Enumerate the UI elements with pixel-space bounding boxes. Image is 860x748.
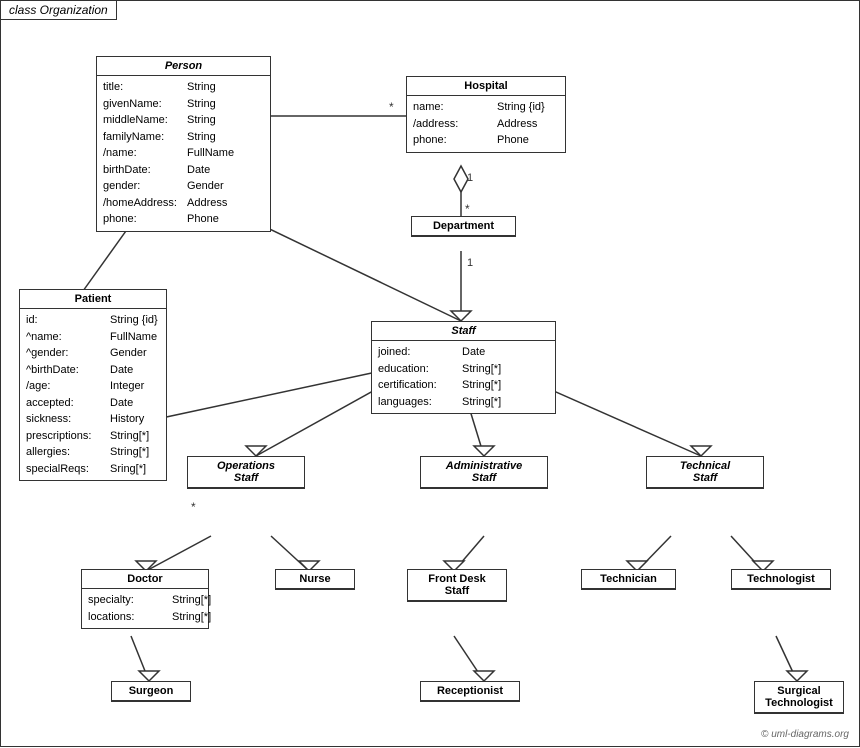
patient-box: Patient id:String {id} ^name:FullName ^g… [19,289,167,481]
svg-text:*: * [191,500,196,514]
copyright-text: © uml-diagrams.org [761,729,849,740]
receptionist-box: Receptionist [420,681,520,702]
svg-text:*: * [465,308,470,322]
person-attrs: title:String givenName:String middleName… [97,76,270,231]
surgical-technologist-box: SurgicalTechnologist [754,681,844,714]
svg-text:*: * [389,100,394,114]
hospital-attrs: name:String {id} /address:Address phone:… [407,96,565,152]
department-title: Department [412,217,515,236]
doctor-attrs: specialty:String[*] locations:String[*] [82,589,208,628]
person-box: Person title:String givenName:String mid… [96,56,271,232]
diagram-container: class Organization * * 1 * 1 * [0,0,860,747]
technologist-box: Technologist [731,569,831,590]
hospital-box: Hospital name:String {id} /address:Addre… [406,76,566,153]
technician-title: Technician [582,570,675,589]
administrative-staff-box: AdministrativeStaff [420,456,548,489]
doctor-title: Doctor [82,570,208,589]
person-title: Person [97,57,270,76]
surgeon-box: Surgeon [111,681,191,702]
nurse-box: Nurse [275,569,355,590]
svg-text:1: 1 [467,172,473,184]
nurse-title: Nurse [276,570,354,589]
staff-attrs: joined:Date education:String[*] certific… [372,341,555,413]
surgeon-title: Surgeon [112,682,190,701]
doctor-box: Doctor specialty:String[*] locations:Str… [81,569,209,629]
operations-staff-title: OperationsStaff [188,457,304,488]
svg-text:1: 1 [467,257,473,269]
diagram-title: class Organization [1,1,117,20]
technician-box: Technician [581,569,676,590]
front-desk-staff-title: Front DeskStaff [408,570,506,601]
administrative-staff-title: AdministrativeStaff [421,457,547,488]
technologist-title: Technologist [732,570,830,589]
svg-text:*: * [465,202,470,216]
patient-title: Patient [20,290,166,309]
surgical-technologist-title: SurgicalTechnologist [755,682,843,713]
staff-box: Staff joined:Date education:String[*] ce… [371,321,556,414]
department-box: Department [411,216,516,237]
technical-staff-title: TechnicalStaff [647,457,763,488]
technical-staff-box: TechnicalStaff [646,456,764,489]
front-desk-staff-box: Front DeskStaff [407,569,507,602]
staff-title: Staff [372,322,555,341]
hospital-title: Hospital [407,77,565,96]
patient-attrs: id:String {id} ^name:FullName ^gender:Ge… [20,309,166,480]
operations-staff-box: OperationsStaff [187,456,305,489]
receptionist-title: Receptionist [421,682,519,701]
